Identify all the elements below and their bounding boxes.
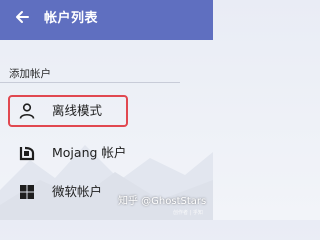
offline-mode-item[interactable]: 离线模式 — [8, 95, 128, 127]
mojang-account-label: Mojang 帐户 — [52, 145, 127, 160]
offline-mode-label: 离线模式 — [52, 103, 103, 118]
back-button[interactable] — [11, 8, 33, 30]
windows-icon — [16, 181, 38, 203]
app-header: 帐户列表 — [0, 0, 213, 40]
mojang-account-item[interactable]: Mojang 帐户 — [10, 137, 200, 169]
page-title: 帐户列表 — [44, 11, 99, 26]
section-divider — [0, 82, 180, 83]
mojang-icon — [16, 142, 38, 164]
user-icon — [16, 100, 38, 122]
watermark: 知乎 @GhostStars — [118, 196, 207, 207]
watermark-subtext: 创作者 | 乎知 — [173, 210, 203, 216]
arrow-left-icon — [14, 9, 30, 29]
microsoft-account-label: 微软帐户 — [52, 184, 103, 199]
add-account-section-label: 添加帐户 — [9, 68, 51, 80]
